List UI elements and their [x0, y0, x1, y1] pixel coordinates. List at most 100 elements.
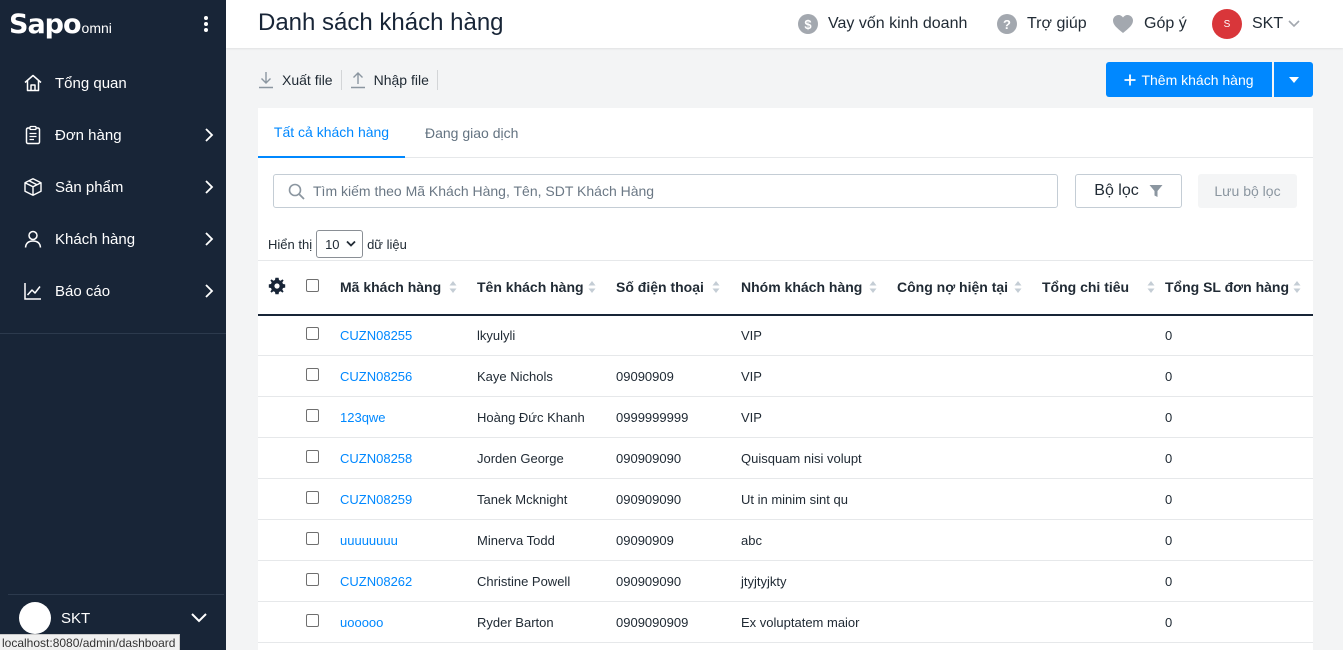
customer-code-cell: CUZN08258 — [340, 438, 477, 479]
save-filter-button[interactable]: Lưu bộ lọc — [1198, 174, 1297, 208]
avatar — [19, 602, 51, 634]
row-checkbox[interactable] — [306, 368, 319, 381]
chevron-down-icon — [191, 613, 207, 623]
table-row[interactable]: CUZN08256 Kaye Nichols 09090909 VIP 0 — [258, 356, 1313, 397]
header-label: Tổng chi tiêu — [1042, 279, 1130, 296]
loan-label: Vay vốn kinh doanh — [828, 15, 968, 32]
sidebar-item-products[interactable]: Sản phẩm — [0, 161, 226, 213]
row-checkbox[interactable] — [306, 532, 319, 545]
loan-link[interactable]: $ Vay vốn kinh doanh — [798, 12, 967, 36]
clipboard-icon — [22, 124, 44, 146]
customer-code-link[interactable]: CUZN08258 — [340, 451, 412, 466]
row-checkbox[interactable] — [306, 573, 319, 586]
customer-code-link[interactable]: uooooo — [340, 615, 383, 630]
column-header-phone[interactable]: Số điện thoại — [616, 261, 741, 315]
top-header: Danh sách khách hàng $ Vay vốn kinh doan… — [226, 0, 1343, 48]
customer-spend-cell — [1042, 438, 1165, 479]
column-header-orders[interactable]: Tổng SL đơn hàng — [1165, 261, 1313, 315]
sidebar-item-label: Sản phẩm — [55, 178, 124, 196]
customer-name-cell: Minerva Todd — [477, 532, 555, 548]
column-header-spend[interactable]: Tổng chi tiêu — [1042, 261, 1165, 315]
row-select-cell — [300, 602, 340, 643]
row-select-cell — [300, 356, 340, 397]
customer-spend-cell — [1042, 520, 1165, 561]
row-spacer-cell — [258, 602, 300, 643]
avatar: S — [1212, 9, 1242, 39]
page-size-select[interactable]: 10 — [316, 230, 364, 258]
tab-trading[interactable]: Đang giao dịch — [425, 108, 518, 158]
column-settings[interactable] — [258, 261, 300, 315]
column-header-code[interactable]: Mã khách hàng — [340, 261, 477, 315]
column-header-group[interactable]: Nhóm khách hàng — [741, 261, 897, 315]
customer-group-cell: jtyjtyjkty — [741, 573, 787, 589]
column-header-debt[interactable]: Công nợ hiện tại — [897, 261, 1042, 315]
customer-code-link[interactable]: CUZN08259 — [340, 492, 412, 507]
search-box — [273, 174, 1058, 208]
column-header-name[interactable]: Tên khách hàng — [477, 261, 616, 315]
row-checkbox[interactable] — [306, 450, 319, 463]
table-row[interactable]: uooooo Ryder Barton 0909090909 Ex volupt… — [258, 602, 1313, 643]
home-icon — [22, 72, 44, 94]
add-customer-button[interactable]: Thêm khách hàng — [1106, 62, 1272, 97]
caret-down-icon — [1288, 76, 1299, 83]
row-spacer-cell — [258, 479, 300, 520]
customer-phone-cell: 090909090 — [616, 573, 682, 589]
customer-name-cell: lkyulyli — [477, 327, 516, 343]
search-input[interactable] — [313, 183, 1033, 199]
customer-orders-cell: 0 — [1165, 491, 1173, 507]
customer-name-cell: Hoàng Đức Khanh — [477, 409, 585, 425]
customer-code-cell: 123qwe — [340, 397, 477, 438]
export-button[interactable]: Xuất file — [258, 68, 341, 92]
user-menu[interactable]: S SKT — [1212, 9, 1300, 39]
table-row[interactable]: CUZN08258 Jorden George 090909090 Quisqu… — [258, 438, 1313, 479]
kebab-menu-icon[interactable] — [200, 14, 212, 34]
select-all-checkbox[interactable] — [306, 279, 319, 293]
feedback-link[interactable]: Góp ý — [1112, 12, 1187, 36]
customer-code-link[interactable]: CUZN08255 — [340, 328, 412, 343]
row-checkbox[interactable] — [306, 491, 319, 504]
table-row[interactable]: CUZN08259 Tanek Mcknight 090909090 Ut in… — [258, 479, 1313, 520]
sidebar-item-orders[interactable]: Đơn hàng — [0, 109, 226, 161]
gear-icon — [268, 277, 286, 294]
customer-phone-cell: 09090909 — [616, 368, 674, 384]
sapo-logo[interactable]: Sapo omni — [9, 9, 112, 40]
row-checkbox[interactable] — [306, 614, 319, 627]
help-link[interactable]: ? Trợ giúp — [997, 12, 1087, 36]
row-checkbox[interactable] — [306, 409, 319, 422]
table-header-row: Mã khách hàng Tên khách hàng Số điện tho… — [258, 260, 1313, 315]
customer-code-link[interactable]: 123qwe — [340, 410, 386, 425]
filter-button[interactable]: Bộ lọc — [1075, 174, 1182, 208]
table-row[interactable]: 123qwe Hoàng Đức Khanh 0999999999 VIP 0 — [258, 397, 1313, 438]
row-spacer-cell — [258, 438, 300, 479]
customer-code-link[interactable]: uuuuuuuu — [340, 533, 398, 548]
customer-code-link[interactable]: CUZN08262 — [340, 574, 412, 589]
customer-spend-cell — [1042, 397, 1165, 438]
sidebar-user[interactable]: SKT — [0, 598, 226, 638]
customer-orders-cell: 0 — [1165, 368, 1173, 384]
sort-icon — [1293, 281, 1301, 293]
import-label: Nhập file — [373, 72, 429, 88]
action-toolbar: Xuất file Nhập file — [258, 66, 446, 94]
customer-code-link[interactable]: CUZN08256 — [340, 369, 412, 384]
status-bar-url: localhost:8080/admin/dashboard — [0, 634, 181, 650]
import-button[interactable]: Nhập file — [350, 68, 437, 92]
chart-icon — [22, 280, 44, 302]
customer-name-cell: Tanek Mcknight — [477, 491, 568, 507]
table-row[interactable]: uuuuuuuu Minerva Todd 09090909 abc 0 — [258, 520, 1313, 561]
add-customer-dropdown-button[interactable] — [1274, 62, 1313, 97]
export-label: Xuất file — [282, 72, 333, 88]
sidebar-nav: Tổng quan Đơn hàng Sản phẩm Khách hàng B… — [0, 57, 226, 317]
page-size-value: 10 — [325, 236, 340, 252]
table-row[interactable]: CUZN08255 lkyulyli VIP 0 — [258, 315, 1313, 356]
question-icon: ? — [997, 14, 1017, 34]
sidebar-item-reports[interactable]: Báo cáo — [0, 265, 226, 317]
sidebar-item-overview[interactable]: Tổng quan — [0, 57, 226, 109]
customer-debt-cell — [897, 479, 1042, 520]
table-row[interactable]: CUZN08262 Christine Powell 090909090 jty… — [258, 561, 1313, 602]
customer-group-cell: VIP — [741, 327, 762, 343]
table-body: CUZN08255 lkyulyli VIP 0 CUZN08256 Kaye … — [258, 315, 1313, 643]
row-checkbox[interactable] — [306, 327, 319, 341]
tab-all-customers[interactable]: Tất cả khách hàng — [258, 108, 405, 158]
heart-icon — [1113, 15, 1133, 33]
sidebar-item-customers[interactable]: Khách hàng — [0, 213, 226, 265]
